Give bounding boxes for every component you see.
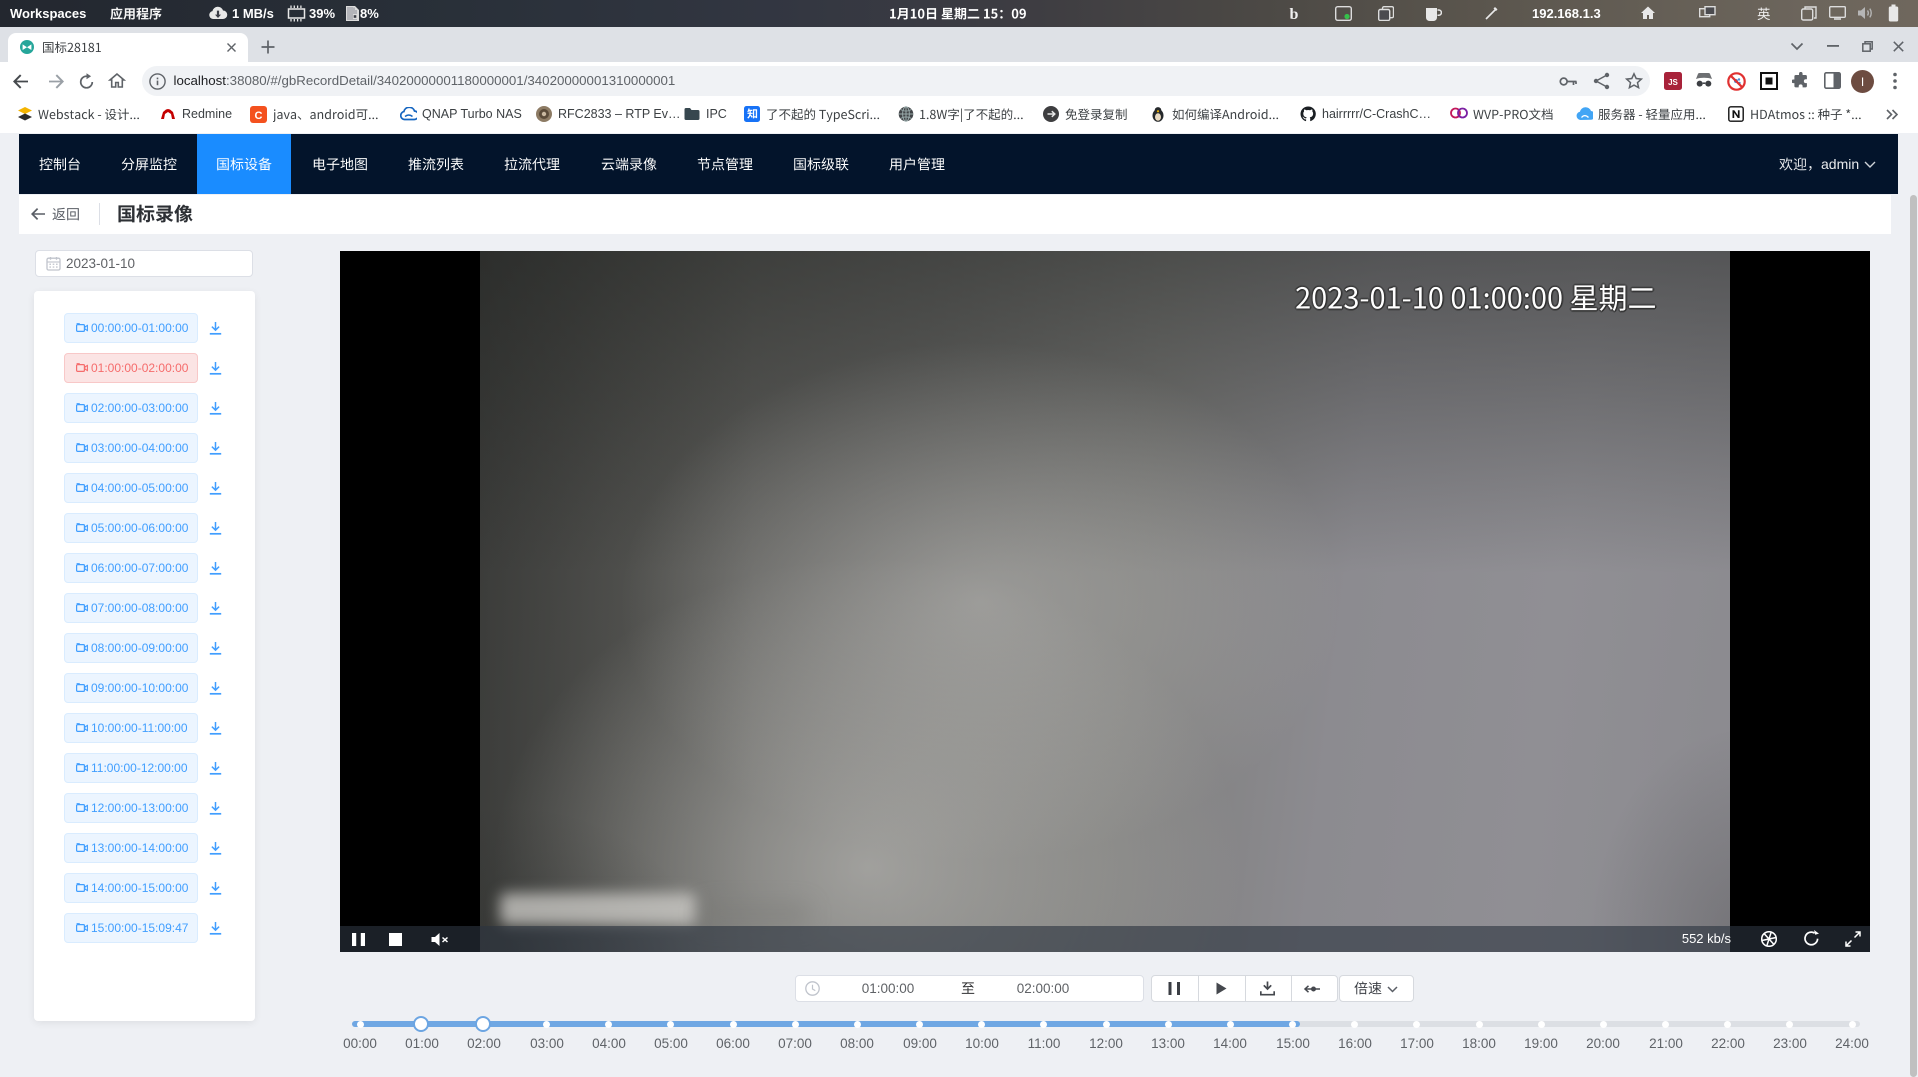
svg-text:JS: JS (1668, 78, 1678, 87)
svg-text:C: C (255, 110, 263, 122)
